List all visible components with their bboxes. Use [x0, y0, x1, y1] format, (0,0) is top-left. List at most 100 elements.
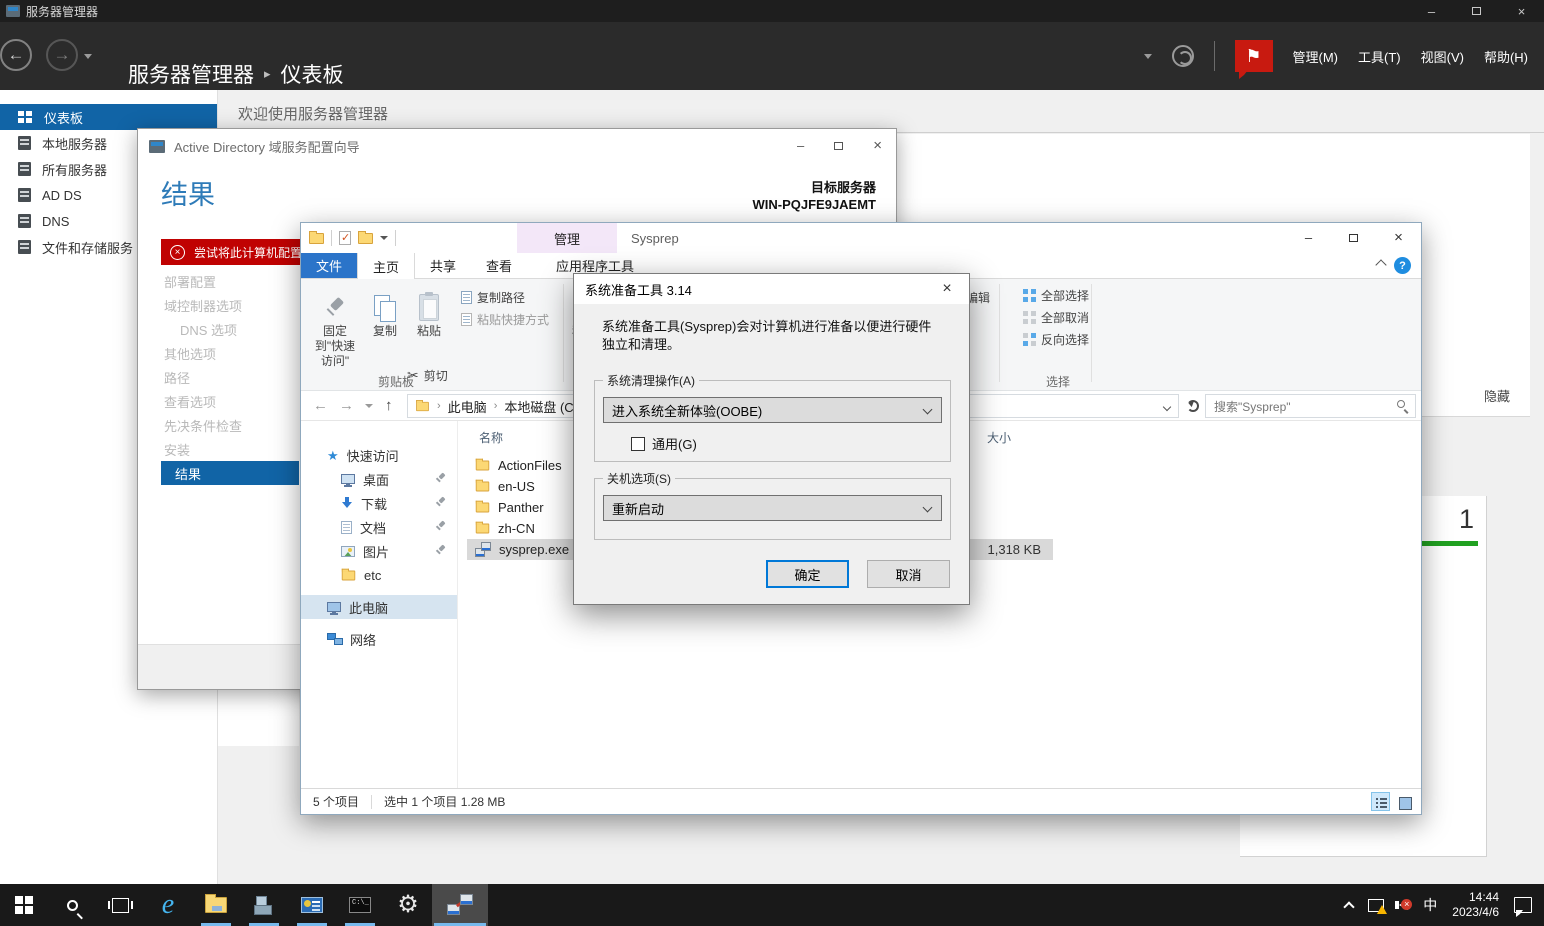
shutdown-options-select[interactable]: 重新启动	[603, 495, 942, 521]
copy-button[interactable]: 复制	[365, 285, 405, 339]
address-crumb-disk[interactable]: 本地磁盘 (C:	[504, 397, 577, 416]
maximize-icon[interactable]	[834, 138, 843, 153]
taskbar-presentation-app[interactable]	[288, 884, 336, 926]
network-warning-icon[interactable]	[1368, 899, 1384, 912]
breadcrumb-root[interactable]: 服务器管理器	[128, 59, 254, 89]
wizard-step-dns-options[interactable]: DNS 选项	[161, 317, 299, 341]
details-view-icon[interactable]	[1371, 792, 1390, 811]
help-icon[interactable]	[1394, 257, 1411, 274]
cancel-button[interactable]: 取消	[867, 560, 950, 588]
paste-button[interactable]: 粘贴	[409, 285, 449, 339]
notification-flag-icon[interactable]	[1235, 40, 1273, 72]
wizard-step-results[interactable]: 结果	[161, 461, 299, 485]
refresh-icon[interactable]	[1172, 45, 1194, 67]
sysprep-dialog-titlebar[interactable]: 系统准备工具 3.14	[574, 274, 969, 304]
taskbar-internet-explorer[interactable]: e	[144, 884, 192, 926]
column-header-name[interactable]: 名称	[479, 429, 503, 446]
nav-item-documents[interactable]: 文档	[301, 515, 457, 539]
wizard-step-dc-options[interactable]: 域控制器选项	[161, 293, 299, 317]
close-icon[interactable]: ×	[925, 274, 969, 304]
ribbon-collapse-icon[interactable]	[1375, 259, 1386, 270]
menu-view[interactable]: 视图(V)	[1421, 47, 1464, 66]
ok-button[interactable]: 确定	[766, 560, 849, 588]
close-icon[interactable]: ×	[873, 137, 882, 154]
taskbar-search-button[interactable]	[48, 884, 96, 926]
menu-manage[interactable]: 管理(M)	[1293, 47, 1339, 66]
search-icon[interactable]	[1397, 400, 1405, 408]
large-icons-view-icon[interactable]	[1394, 792, 1413, 811]
tab-home[interactable]: 主页	[357, 253, 415, 279]
task-view-button[interactable]	[96, 884, 144, 926]
tab-view[interactable]: 查看	[471, 253, 527, 278]
tray-expand-icon[interactable]	[1344, 901, 1355, 912]
column-header-size[interactable]: 大小	[987, 429, 1011, 446]
recent-locations-caret-icon[interactable]	[365, 404, 373, 408]
address-crumb-this-pc[interactable]: 此电脑	[448, 397, 487, 416]
wizard-step-review[interactable]: 查看选项	[161, 389, 299, 413]
select-all-button[interactable]: 全部选择	[1023, 287, 1089, 304]
up-icon[interactable]: ↑	[385, 397, 393, 414]
ime-indicator[interactable]: 中	[1423, 895, 1437, 915]
minimize-icon[interactable]: –	[1409, 0, 1454, 22]
search-input[interactable]: 搜索"Sysprep"	[1205, 394, 1416, 418]
wizard-step-prereq-check[interactable]: 先决条件检查	[161, 413, 299, 437]
breadcrumb-current[interactable]: 仪表板	[281, 59, 344, 89]
nav-item-pictures[interactable]: 图片	[301, 539, 457, 563]
generalize-checkbox[interactable]	[631, 437, 645, 451]
maximize-icon[interactable]	[1454, 0, 1499, 22]
nav-item-quick-access[interactable]: 快速访问	[301, 443, 457, 467]
tab-file[interactable]: 文件	[301, 253, 357, 278]
tab-share[interactable]: 共享	[415, 253, 471, 278]
pin-to-quick-access-button[interactable]: 固定到"快速访问"	[309, 285, 361, 369]
adds-wizard-titlebar[interactable]: Active Directory 域服务配置向导 – ×	[138, 129, 896, 163]
taskbar-sysprep[interactable]	[432, 884, 488, 926]
wizard-step-installation[interactable]: 安装	[161, 437, 299, 461]
properties-check-icon[interactable]	[339, 231, 351, 245]
invert-selection-button[interactable]: 反向选择	[1023, 331, 1089, 348]
taskbar-server-manager[interactable]	[240, 884, 288, 926]
refresh-icon[interactable]	[1187, 400, 1199, 412]
taskbar-clock[interactable]: 14:44 2023/4/6	[1452, 890, 1499, 920]
close-icon[interactable]: ×	[1376, 223, 1421, 252]
nav-item-desktop[interactable]: 桌面	[301, 467, 457, 491]
taskbar-settings[interactable]	[384, 884, 432, 926]
menu-tools[interactable]: 工具(T)	[1358, 47, 1401, 66]
minimize-icon[interactable]: –	[797, 138, 804, 153]
forward-icon[interactable]	[46, 39, 78, 71]
new-folder-icon[interactable]	[358, 233, 373, 244]
menu-help[interactable]: 帮助(H)	[1484, 47, 1528, 66]
close-icon[interactable]: ×	[1499, 0, 1544, 22]
nav-history-caret-icon[interactable]	[84, 54, 92, 59]
qat-customize-caret-icon[interactable]	[380, 236, 388, 240]
nav-item-downloads[interactable]: 下载	[301, 491, 457, 515]
minimize-icon[interactable]: –	[1286, 223, 1331, 252]
explorer-titlebar[interactable]: 管理 Sysprep – ×	[301, 223, 1421, 253]
ribbon-contextual-manage-tab[interactable]: 管理	[517, 223, 617, 253]
paste-shortcut-button[interactable]: 粘贴快捷方式	[461, 311, 549, 328]
maximize-icon[interactable]	[1331, 223, 1376, 252]
wizard-step-additional-options[interactable]: 其他选项	[161, 341, 299, 365]
sysprep-exe-icon	[475, 542, 491, 557]
action-center-icon[interactable]	[1514, 897, 1532, 913]
hide-welcome-button[interactable]: 隐藏	[1484, 386, 1510, 405]
cleanup-action-select[interactable]: 进入系统全新体验(OOBE)	[603, 397, 942, 423]
wizard-step-deployment[interactable]: 部署配置	[161, 269, 299, 293]
sidebar-item-dashboard[interactable]: 仪表板	[0, 104, 217, 130]
nav-label: 下载	[361, 494, 387, 513]
back-icon[interactable]	[0, 39, 32, 71]
back-icon[interactable]: ←	[313, 397, 328, 414]
taskbar-command-prompt[interactable]	[336, 884, 384, 926]
wizard-step-paths[interactable]: 路径	[161, 365, 299, 389]
address-dropdown-icon[interactable]	[1163, 403, 1171, 411]
nav-item-etc[interactable]: etc	[301, 563, 457, 587]
generalize-option[interactable]: 通用(G)	[631, 434, 697, 453]
notifications-caret-icon[interactable]	[1144, 54, 1152, 59]
copy-path-button[interactable]: 复制路径	[461, 289, 525, 306]
start-button[interactable]	[0, 884, 48, 926]
nav-item-network[interactable]: 网络	[301, 627, 457, 651]
taskbar-file-explorer[interactable]	[192, 884, 240, 926]
nav-item-this-pc[interactable]: 此电脑	[301, 595, 457, 619]
select-none-button[interactable]: 全部取消	[1023, 309, 1089, 326]
forward-icon[interactable]: →	[339, 397, 354, 414]
volume-muted-icon[interactable]	[1399, 900, 1408, 910]
